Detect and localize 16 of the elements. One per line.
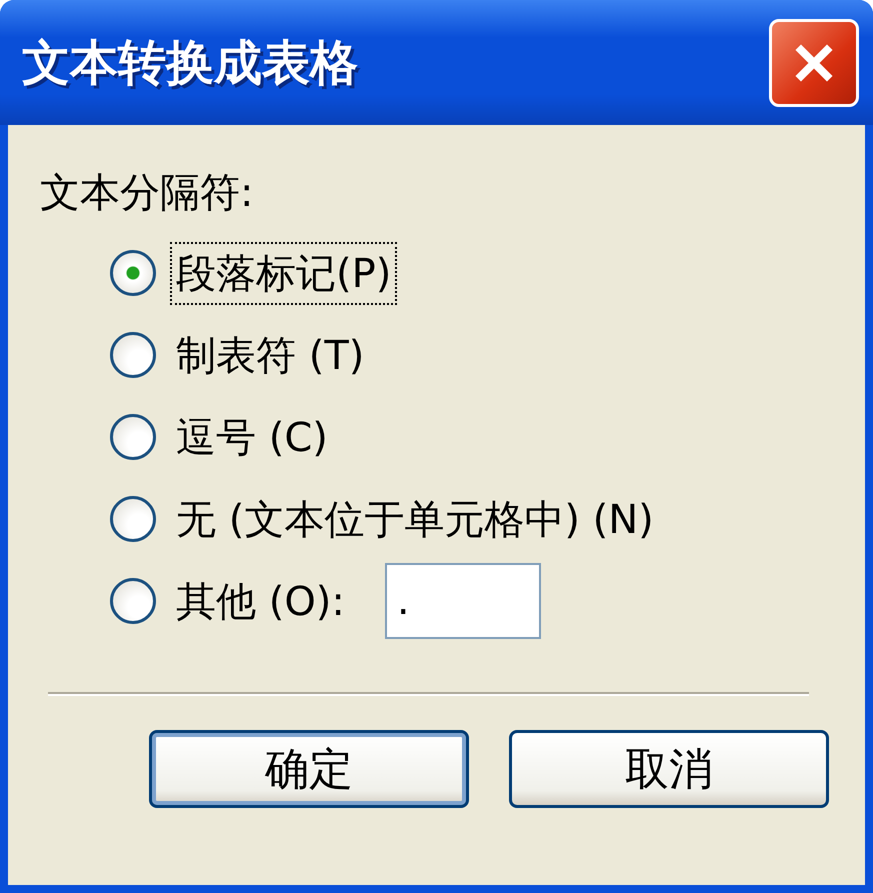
radio-button[interactable] <box>110 250 156 296</box>
option-label[interactable]: 逗号 (C) <box>172 408 332 466</box>
radio-button[interactable] <box>110 332 156 378</box>
option-label[interactable]: 无 (文本位于单元格中) (N) <box>172 490 658 548</box>
window-title: 文本转换成表格 <box>22 34 358 92</box>
radio-button[interactable] <box>110 496 156 542</box>
group-label: 文本分隔符: <box>40 169 254 218</box>
dialog-button[interactable]: 确定 <box>149 730 469 808</box>
radio-button[interactable] <box>110 414 156 460</box>
input-field[interactable]: . <box>384 563 541 639</box>
option-label[interactable]: 段落标记(P) <box>172 244 396 302</box>
radio-button[interactable] <box>110 578 156 624</box>
option-label[interactable]: 其他 (O): <box>172 572 349 630</box>
option-label[interactable]: 制表符 (T) <box>172 326 368 384</box>
close-button[interactable] <box>769 18 859 106</box>
dialog-button[interactable]: 取消 <box>509 730 829 808</box>
